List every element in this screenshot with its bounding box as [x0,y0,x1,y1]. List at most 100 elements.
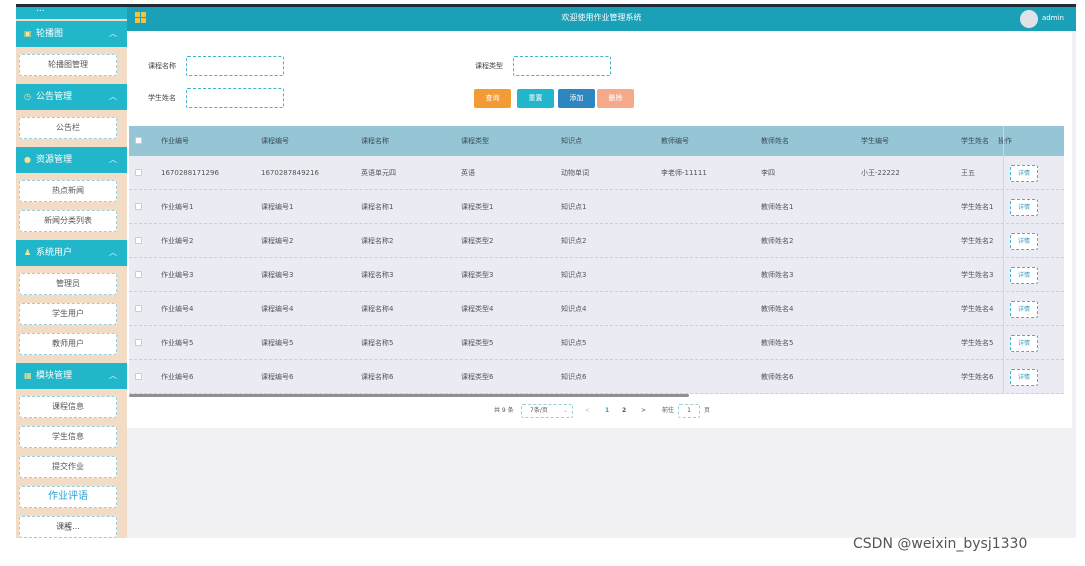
sidebar-item-homework-comments[interactable]: 作业评语 [19,486,117,508]
chevron-up-icon: ︿ [109,371,117,380]
sidebar-group-label: 系统用户 [36,248,73,258]
row-checkbox[interactable] [135,339,142,346]
select-all-checkbox[interactable] [135,137,142,144]
row-checkbox[interactable] [135,237,142,244]
course-type-input[interactable] [513,56,611,76]
sidebar-item-notice-board[interactable]: 公告栏 [19,117,117,139]
cell-teacher-name: 教师姓名4 [761,305,794,313]
table-row[interactable]: 1670288171296 1670287849216 英语单元四 英语 动物单… [129,156,1064,190]
delete-button[interactable]: 删除 [597,89,634,108]
cell-course-type: 课程类型1 [461,203,494,211]
sidebar-clipped-item: ... [16,7,127,19]
sidebar-group-modules[interactable]: ▦ 模块管理 ︿ [16,363,127,389]
detail-button[interactable]: 详情 [1010,165,1038,182]
table-row[interactable]: 作业编号2 课程编号2 课程名称2 课程类型2 知识点2 教师姓名2 学生姓名2… [129,224,1064,258]
cell-knowledge-point: 知识点5 [561,339,587,347]
row-checkbox[interactable] [135,373,142,380]
cell-student-name: 学生姓名4 [961,305,994,313]
detail-button[interactable]: 详情 [1010,233,1038,250]
sidebar-item-teacher-users[interactable]: 教师用户 [19,333,117,355]
cell-course-id: 课程编号6 [261,373,294,381]
page-size-select[interactable]: 7条/页 ⌄ [521,404,573,418]
cell-homework-id: 作业编号1 [161,203,194,211]
sidebar-group-system-users[interactable]: ♟ 系统用户 ︿ [16,240,127,266]
sidebar-item-student-users[interactable]: 学生用户 [19,303,117,325]
query-button[interactable]: 查询 [474,89,511,108]
sidebar-item-submit-homework[interactable]: 提交作业 [19,456,117,478]
app-window: ... ▣ 轮播图 ︿ 轮播图管理 ◷ 公告管理 ︿ 公告栏 ● 资源管理 ︿ 热点新… [16,4,1076,538]
goto-label: 前往 [662,407,675,414]
main-content: 课程名称 课程类型 学生姓名 查询 重置 添加 删除 作业编号 课程编号 课程名… [127,31,1076,538]
header-knowledge-point: 知识点 [561,137,582,145]
cell-student-name: 学生姓名1 [961,203,994,211]
cell-student-name: 学生姓名2 [961,237,994,245]
cell-teacher-name: 教师姓名6 [761,373,794,381]
course-name-input[interactable] [186,56,284,76]
table-row[interactable]: 作业编号6 课程编号6 课程名称6 课程类型6 知识点6 教师姓名6 学生姓名6… [129,360,1064,394]
cell-course-name: 课程名称5 [361,339,394,347]
cell-homework-id: 作业编号6 [161,373,194,381]
sidebar-item-admin[interactable]: 管理员 [19,273,117,295]
cell-knowledge-point: 知识点1 [561,203,587,211]
detail-button[interactable]: 详情 [1010,267,1038,284]
header-teacher-id: 教师编号 [661,137,689,145]
next-page-button[interactable]: > [641,402,646,420]
sidebar-item-carousel-manage[interactable]: 轮播图管理 [19,54,117,76]
prev-page-button[interactable]: < [585,402,590,420]
table-header: 作业编号 课程编号 课程名称 课程类型 知识点 教师编号 教师姓名 学生编号 学… [129,126,1064,156]
cell-course-name: 课程名称4 [361,305,394,313]
header-actions: 操作 [998,137,1012,145]
cell-course-type: 课程类型5 [461,339,494,347]
sidebar-group-notice[interactable]: ◷ 公告管理 ︿ [16,84,127,110]
reset-button[interactable]: 重置 [517,89,554,108]
image-icon: ▣ [24,29,32,38]
cell-course-type: 课程类型3 [461,271,494,279]
detail-button[interactable]: 详情 [1010,301,1038,318]
table-row[interactable]: 作业编号4 课程编号4 课程名称4 课程类型4 知识点4 教师姓名4 学生姓名4… [129,292,1064,326]
table-row[interactable]: 作业编号5 课程编号5 课程名称5 课程类型5 知识点5 教师姓名5 学生姓名5… [129,326,1064,360]
goto-page-input[interactable]: 1 [678,404,700,418]
avatar[interactable] [1020,10,1038,28]
detail-button[interactable]: 详情 [1010,335,1038,352]
fixed-column-divider [1003,126,1004,393]
username[interactable]: admin [1042,7,1064,29]
row-checkbox[interactable] [135,305,142,312]
add-button[interactable]: 添加 [558,89,595,108]
pin-icon: ● [24,155,31,164]
cell-teacher-id: 李老师-11111 [661,169,707,177]
table-row[interactable]: 作业编号1 课程编号1 课程名称1 课程类型1 知识点1 教师姓名1 学生姓名1… [129,190,1064,224]
chevron-up-icon: ︿ [109,155,117,164]
table-row[interactable]: 作业编号3 课程编号3 课程名称3 课程类型3 知识点3 教师姓名3 学生姓名3… [129,258,1064,292]
cell-homework-id: 作业编号5 [161,339,194,347]
sidebar-item-student-info[interactable]: 学生信息 [19,426,117,448]
page-number-current[interactable]: 1 [605,402,609,420]
sidebar-group-label: 轮播图 [36,29,64,39]
cell-student-name: 王五 [961,169,975,177]
content-panel: 课程名称 课程类型 学生姓名 查询 重置 添加 删除 作业编号 课程编号 课程名… [127,31,1072,428]
sidebar-item-course-info[interactable]: 课程信息 [19,396,117,418]
detail-button[interactable]: 详情 [1010,199,1038,216]
sidebar-group-carousel[interactable]: ▣ 轮播图 ︿ [16,21,127,47]
sidebar-item-news-category[interactable]: 新闻分类列表 [19,210,117,232]
cell-course-id: 课程编号3 [261,271,294,279]
cell-course-id: 课程编号5 [261,339,294,347]
row-checkbox[interactable] [135,203,142,210]
cell-course-name: 课程名称2 [361,237,394,245]
cell-course-name: 英语单元四 [361,169,396,177]
sidebar-item-hot-news[interactable]: 热点新闻 [19,180,117,202]
cell-course-name: 课程名称6 [361,373,394,381]
row-checkbox[interactable] [135,271,142,278]
row-checkbox[interactable] [135,169,142,176]
grid-icon: ▦ [24,371,32,380]
cell-knowledge-point: 知识点2 [561,237,587,245]
cell-homework-id: 作业编号3 [161,271,194,279]
cell-course-type: 课程类型4 [461,305,494,313]
sidebar-group-resources[interactable]: ● 资源管理 ︿ [16,147,127,173]
student-name-input[interactable] [186,88,284,108]
page-number[interactable]: 2 [622,402,626,420]
detail-button[interactable]: 详情 [1010,369,1038,386]
hand-cursor-icon: ☝ [64,520,72,534]
horizontal-scrollbar[interactable] [129,394,689,397]
notice-icon: ◷ [24,92,31,101]
sidebar-group-label: 模块管理 [36,371,73,381]
